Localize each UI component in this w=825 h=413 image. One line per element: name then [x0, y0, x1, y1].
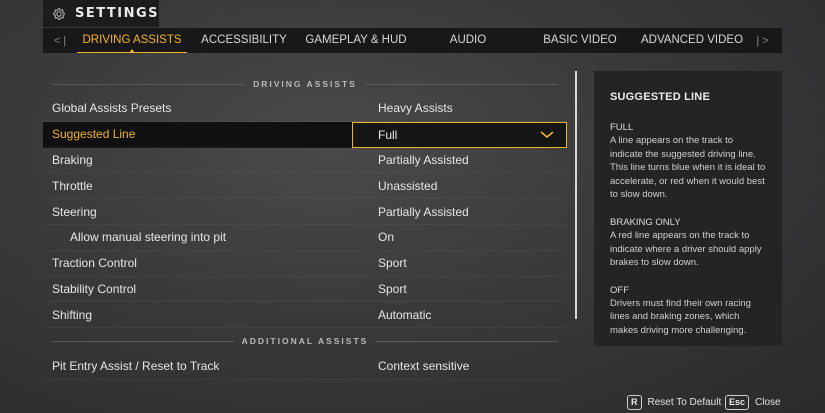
setting-label: Suggested Line	[52, 127, 136, 142]
setting-row-suggested-line[interactable]: Suggested Line Full	[43, 121, 567, 148]
section-header-additional-assists: ADDITIONAL ASSISTS	[52, 334, 558, 348]
help-block-braking-only: BRAKING ONLY A red line appears on the t…	[610, 216, 766, 270]
help-heading: BRAKING ONLY	[610, 216, 681, 228]
divider	[52, 340, 234, 342]
tab-basic-video[interactable]: BASIC VIDEO	[525, 28, 635, 53]
tab-bar: < | DRIVING ASSISTS ACCESSIBILITY GAMEPL…	[43, 28, 782, 53]
setting-row-braking[interactable]: Braking Partially Assisted	[43, 148, 567, 174]
setting-row-global-assists-presets[interactable]: Global Assists Presets Heavy Assists	[43, 96, 567, 122]
divider	[364, 83, 558, 85]
setting-label: Traction Control	[52, 256, 137, 271]
additional-settings-list: Pit Entry Assist / Reset to Track Contex…	[43, 354, 567, 380]
tab-gameplay-hud[interactable]: GAMEPLAY & HUD	[301, 28, 411, 53]
settings-list: Global Assists Presets Heavy Assists Sug…	[43, 96, 567, 329]
divider	[52, 83, 246, 85]
setting-row-steering[interactable]: Steering Partially Assisted	[43, 199, 567, 225]
close-button[interactable]: Esc Close	[725, 394, 781, 410]
gear-icon	[53, 7, 65, 20]
help-body: Drivers must find their own racing lines…	[610, 297, 751, 336]
reset-label: Reset To Default	[647, 396, 722, 408]
help-title: SUGGESTED LINE	[610, 91, 710, 103]
setting-value: Sport	[378, 256, 407, 271]
tab-accessibility[interactable]: ACCESSIBILITY	[187, 28, 301, 53]
tab-advanced-video[interactable]: ADVANCED VIDEO	[635, 28, 749, 53]
help-panel: SUGGESTED LINE FULL A line appears on th…	[594, 71, 782, 346]
tab-next-arrow-icon[interactable]: | >	[749, 35, 776, 47]
divider	[376, 340, 558, 342]
setting-value: Partially Assisted	[378, 204, 469, 219]
tab-audio[interactable]: AUDIO	[411, 28, 525, 53]
setting-label: Throttle	[52, 178, 93, 193]
setting-value: Context sensitive	[378, 359, 470, 374]
setting-label: Shifting	[52, 307, 93, 322]
setting-label: Braking	[52, 152, 93, 167]
setting-label: Allow manual steering into pit	[70, 230, 227, 245]
section-label: ADDITIONAL ASSISTS	[241, 336, 369, 346]
help-block-off: OFF Drivers must find their own racing l…	[610, 284, 766, 338]
help-block-full: FULL A line appears on the track to indi…	[610, 121, 766, 202]
help-heading: OFF	[610, 284, 629, 296]
help-heading: FULL	[610, 122, 634, 133]
key-esc-icon: Esc	[725, 394, 750, 410]
setting-row-stability-control[interactable]: Stability Control Sport	[43, 277, 567, 303]
setting-row-traction-control[interactable]: Traction Control Sport	[43, 251, 567, 277]
setting-value: Unassisted	[378, 178, 438, 193]
setting-label: Global Assists Presets	[52, 101, 172, 116]
suggested-line-dropdown[interactable]: Full	[352, 121, 567, 148]
setting-value: Automatic	[378, 307, 432, 322]
page-title: SETTINGS	[74, 6, 159, 21]
setting-value: Sport	[378, 281, 407, 296]
setting-value: Heavy Assists	[378, 101, 453, 116]
setting-label: Stability Control	[52, 281, 137, 296]
section-header-driving-assists: DRIVING ASSISTS	[52, 77, 558, 91]
scrollbar[interactable]	[575, 71, 577, 319]
tab-driving-assists[interactable]: DRIVING ASSISTS	[77, 28, 187, 53]
key-r-icon: R	[627, 394, 642, 410]
dropdown-value: Full	[378, 127, 398, 142]
setting-row-pit-entry-assist[interactable]: Pit Entry Assist / Reset to Track Contex…	[43, 354, 567, 380]
help-body: A line appears on the track to indicate …	[610, 135, 766, 201]
setting-row-throttle[interactable]: Throttle Unassisted	[43, 173, 567, 200]
setting-value: Partially Assisted	[378, 152, 469, 167]
setting-label: Steering	[52, 204, 97, 219]
reset-to-default-button[interactable]: R Reset To Default	[627, 394, 721, 410]
settings-title-bar: SETTINGS	[43, 0, 159, 27]
section-label: DRIVING ASSISTS	[253, 79, 357, 89]
setting-row-shifting[interactable]: Shifting Automatic	[43, 302, 567, 329]
setting-row-manual-steering-pit[interactable]: Allow manual steering into pit On	[43, 225, 567, 251]
help-body: A red line appears on the track to indic…	[610, 229, 762, 269]
setting-value: On	[378, 230, 395, 245]
chevron-down-icon	[540, 131, 554, 138]
close-label: Close	[755, 396, 781, 408]
setting-label: Pit Entry Assist / Reset to Track	[52, 359, 220, 374]
tab-prev-arrow-icon[interactable]: < |	[43, 35, 77, 47]
